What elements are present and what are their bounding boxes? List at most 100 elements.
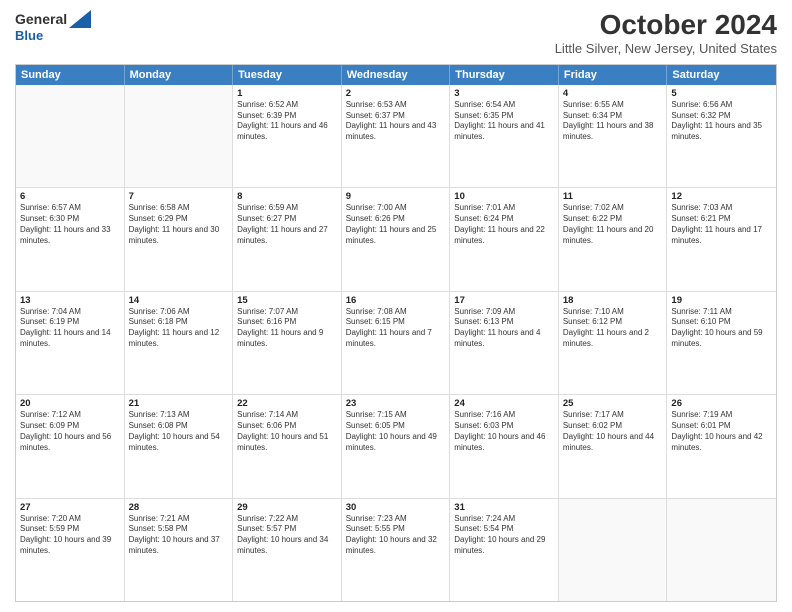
calendar-cell-r5-c5: 31Sunrise: 7:24 AM Sunset: 5:54 PM Dayli… — [450, 499, 559, 601]
header-friday: Friday — [559, 65, 668, 85]
day-number: 11 — [563, 191, 663, 202]
day-number: 14 — [129, 295, 229, 306]
logo-triangle-icon — [69, 10, 91, 28]
cell-info: Sunrise: 6:53 AM Sunset: 6:37 PM Dayligh… — [346, 100, 446, 143]
day-number: 17 — [454, 295, 554, 306]
cell-info: Sunrise: 7:09 AM Sunset: 6:13 PM Dayligh… — [454, 307, 554, 350]
calendar-cell-r5-c4: 30Sunrise: 7:23 AM Sunset: 5:55 PM Dayli… — [342, 499, 451, 601]
cell-info: Sunrise: 7:17 AM Sunset: 6:02 PM Dayligh… — [563, 410, 663, 453]
day-number: 1 — [237, 88, 337, 99]
cell-info: Sunrise: 6:55 AM Sunset: 6:34 PM Dayligh… — [563, 100, 663, 143]
day-number: 4 — [563, 88, 663, 99]
calendar-cell-r1-c1 — [16, 85, 125, 187]
page: General Blue October 2024 Little Silver,… — [0, 0, 792, 612]
cell-info: Sunrise: 7:13 AM Sunset: 6:08 PM Dayligh… — [129, 410, 229, 453]
day-number: 3 — [454, 88, 554, 99]
calendar-cell-r5-c3: 29Sunrise: 7:22 AM Sunset: 5:57 PM Dayli… — [233, 499, 342, 601]
calendar-cell-r3-c3: 15Sunrise: 7:07 AM Sunset: 6:16 PM Dayli… — [233, 292, 342, 394]
day-number: 22 — [237, 398, 337, 409]
header-thursday: Thursday — [450, 65, 559, 85]
day-number: 2 — [346, 88, 446, 99]
cell-info: Sunrise: 7:15 AM Sunset: 6:05 PM Dayligh… — [346, 410, 446, 453]
cell-info: Sunrise: 7:06 AM Sunset: 6:18 PM Dayligh… — [129, 307, 229, 350]
header-saturday: Saturday — [667, 65, 776, 85]
month-title: October 2024 — [555, 10, 777, 41]
day-number: 29 — [237, 502, 337, 513]
cell-info: Sunrise: 7:24 AM Sunset: 5:54 PM Dayligh… — [454, 514, 554, 557]
calendar-body: 1Sunrise: 6:52 AM Sunset: 6:39 PM Daylig… — [16, 85, 776, 601]
cell-info: Sunrise: 7:16 AM Sunset: 6:03 PM Dayligh… — [454, 410, 554, 453]
day-number: 26 — [671, 398, 772, 409]
location: Little Silver, New Jersey, United States — [555, 41, 777, 56]
cell-info: Sunrise: 7:23 AM Sunset: 5:55 PM Dayligh… — [346, 514, 446, 557]
day-number: 9 — [346, 191, 446, 202]
day-number: 25 — [563, 398, 663, 409]
cell-info: Sunrise: 7:04 AM Sunset: 6:19 PM Dayligh… — [20, 307, 120, 350]
header-tuesday: Tuesday — [233, 65, 342, 85]
day-number: 27 — [20, 502, 120, 513]
calendar-cell-r3-c6: 18Sunrise: 7:10 AM Sunset: 6:12 PM Dayli… — [559, 292, 668, 394]
calendar-cell-r1-c7: 5Sunrise: 6:56 AM Sunset: 6:32 PM Daylig… — [667, 85, 776, 187]
calendar-cell-r4-c6: 25Sunrise: 7:17 AM Sunset: 6:02 PM Dayli… — [559, 395, 668, 497]
day-number: 23 — [346, 398, 446, 409]
calendar-cell-r4-c4: 23Sunrise: 7:15 AM Sunset: 6:05 PM Dayli… — [342, 395, 451, 497]
cell-info: Sunrise: 7:22 AM Sunset: 5:57 PM Dayligh… — [237, 514, 337, 557]
cell-info: Sunrise: 6:58 AM Sunset: 6:29 PM Dayligh… — [129, 203, 229, 246]
header-monday: Monday — [125, 65, 234, 85]
day-number: 8 — [237, 191, 337, 202]
calendar-cell-r4-c2: 21Sunrise: 7:13 AM Sunset: 6:08 PM Dayli… — [125, 395, 234, 497]
day-number: 24 — [454, 398, 554, 409]
calendar-cell-r3-c4: 16Sunrise: 7:08 AM Sunset: 6:15 PM Dayli… — [342, 292, 451, 394]
cell-info: Sunrise: 7:01 AM Sunset: 6:24 PM Dayligh… — [454, 203, 554, 246]
calendar-row-2: 6Sunrise: 6:57 AM Sunset: 6:30 PM Daylig… — [16, 188, 776, 291]
day-number: 12 — [671, 191, 772, 202]
calendar-cell-r1-c4: 2Sunrise: 6:53 AM Sunset: 6:37 PM Daylig… — [342, 85, 451, 187]
cell-info: Sunrise: 7:19 AM Sunset: 6:01 PM Dayligh… — [671, 410, 772, 453]
cell-info: Sunrise: 7:07 AM Sunset: 6:16 PM Dayligh… — [237, 307, 337, 350]
day-number: 28 — [129, 502, 229, 513]
day-number: 18 — [563, 295, 663, 306]
header: General Blue October 2024 Little Silver,… — [15, 10, 777, 56]
calendar-cell-r5-c7 — [667, 499, 776, 601]
calendar-cell-r2-c4: 9Sunrise: 7:00 AM Sunset: 6:26 PM Daylig… — [342, 188, 451, 290]
cell-info: Sunrise: 7:14 AM Sunset: 6:06 PM Dayligh… — [237, 410, 337, 453]
day-number: 31 — [454, 502, 554, 513]
calendar-row-5: 27Sunrise: 7:20 AM Sunset: 5:59 PM Dayli… — [16, 499, 776, 601]
cell-info: Sunrise: 7:11 AM Sunset: 6:10 PM Dayligh… — [671, 307, 772, 350]
calendar-cell-r4-c3: 22Sunrise: 7:14 AM Sunset: 6:06 PM Dayli… — [233, 395, 342, 497]
day-number: 6 — [20, 191, 120, 202]
cell-info: Sunrise: 7:03 AM Sunset: 6:21 PM Dayligh… — [671, 203, 772, 246]
day-number: 21 — [129, 398, 229, 409]
logo: General Blue — [15, 10, 91, 43]
cell-info: Sunrise: 7:12 AM Sunset: 6:09 PM Dayligh… — [20, 410, 120, 453]
cell-info: Sunrise: 7:10 AM Sunset: 6:12 PM Dayligh… — [563, 307, 663, 350]
calendar-cell-r5-c2: 28Sunrise: 7:21 AM Sunset: 5:58 PM Dayli… — [125, 499, 234, 601]
day-number: 10 — [454, 191, 554, 202]
day-number: 15 — [237, 295, 337, 306]
day-number: 20 — [20, 398, 120, 409]
calendar-cell-r1-c3: 1Sunrise: 6:52 AM Sunset: 6:39 PM Daylig… — [233, 85, 342, 187]
cell-info: Sunrise: 7:08 AM Sunset: 6:15 PM Dayligh… — [346, 307, 446, 350]
header-sunday: Sunday — [16, 65, 125, 85]
calendar-cell-r3-c7: 19Sunrise: 7:11 AM Sunset: 6:10 PM Dayli… — [667, 292, 776, 394]
title-section: October 2024 Little Silver, New Jersey, … — [555, 10, 777, 56]
cell-info: Sunrise: 6:56 AM Sunset: 6:32 PM Dayligh… — [671, 100, 772, 143]
logo-general: General — [15, 11, 67, 27]
day-number: 16 — [346, 295, 446, 306]
calendar: Sunday Monday Tuesday Wednesday Thursday… — [15, 64, 777, 602]
calendar-row-4: 20Sunrise: 7:12 AM Sunset: 6:09 PM Dayli… — [16, 395, 776, 498]
day-number: 7 — [129, 191, 229, 202]
cell-info: Sunrise: 7:20 AM Sunset: 5:59 PM Dayligh… — [20, 514, 120, 557]
calendar-cell-r1-c5: 3Sunrise: 6:54 AM Sunset: 6:35 PM Daylig… — [450, 85, 559, 187]
calendar-cell-r2-c3: 8Sunrise: 6:59 AM Sunset: 6:27 PM Daylig… — [233, 188, 342, 290]
calendar-cell-r4-c1: 20Sunrise: 7:12 AM Sunset: 6:09 PM Dayli… — [16, 395, 125, 497]
calendar-cell-r1-c6: 4Sunrise: 6:55 AM Sunset: 6:34 PM Daylig… — [559, 85, 668, 187]
calendar-cell-r3-c1: 13Sunrise: 7:04 AM Sunset: 6:19 PM Dayli… — [16, 292, 125, 394]
calendar-cell-r4-c7: 26Sunrise: 7:19 AM Sunset: 6:01 PM Dayli… — [667, 395, 776, 497]
day-number: 13 — [20, 295, 120, 306]
calendar-cell-r3-c2: 14Sunrise: 7:06 AM Sunset: 6:18 PM Dayli… — [125, 292, 234, 394]
cell-info: Sunrise: 7:21 AM Sunset: 5:58 PM Dayligh… — [129, 514, 229, 557]
calendar-cell-r2-c7: 12Sunrise: 7:03 AM Sunset: 6:21 PM Dayli… — [667, 188, 776, 290]
calendar-header: Sunday Monday Tuesday Wednesday Thursday… — [16, 65, 776, 85]
cell-info: Sunrise: 7:02 AM Sunset: 6:22 PM Dayligh… — [563, 203, 663, 246]
